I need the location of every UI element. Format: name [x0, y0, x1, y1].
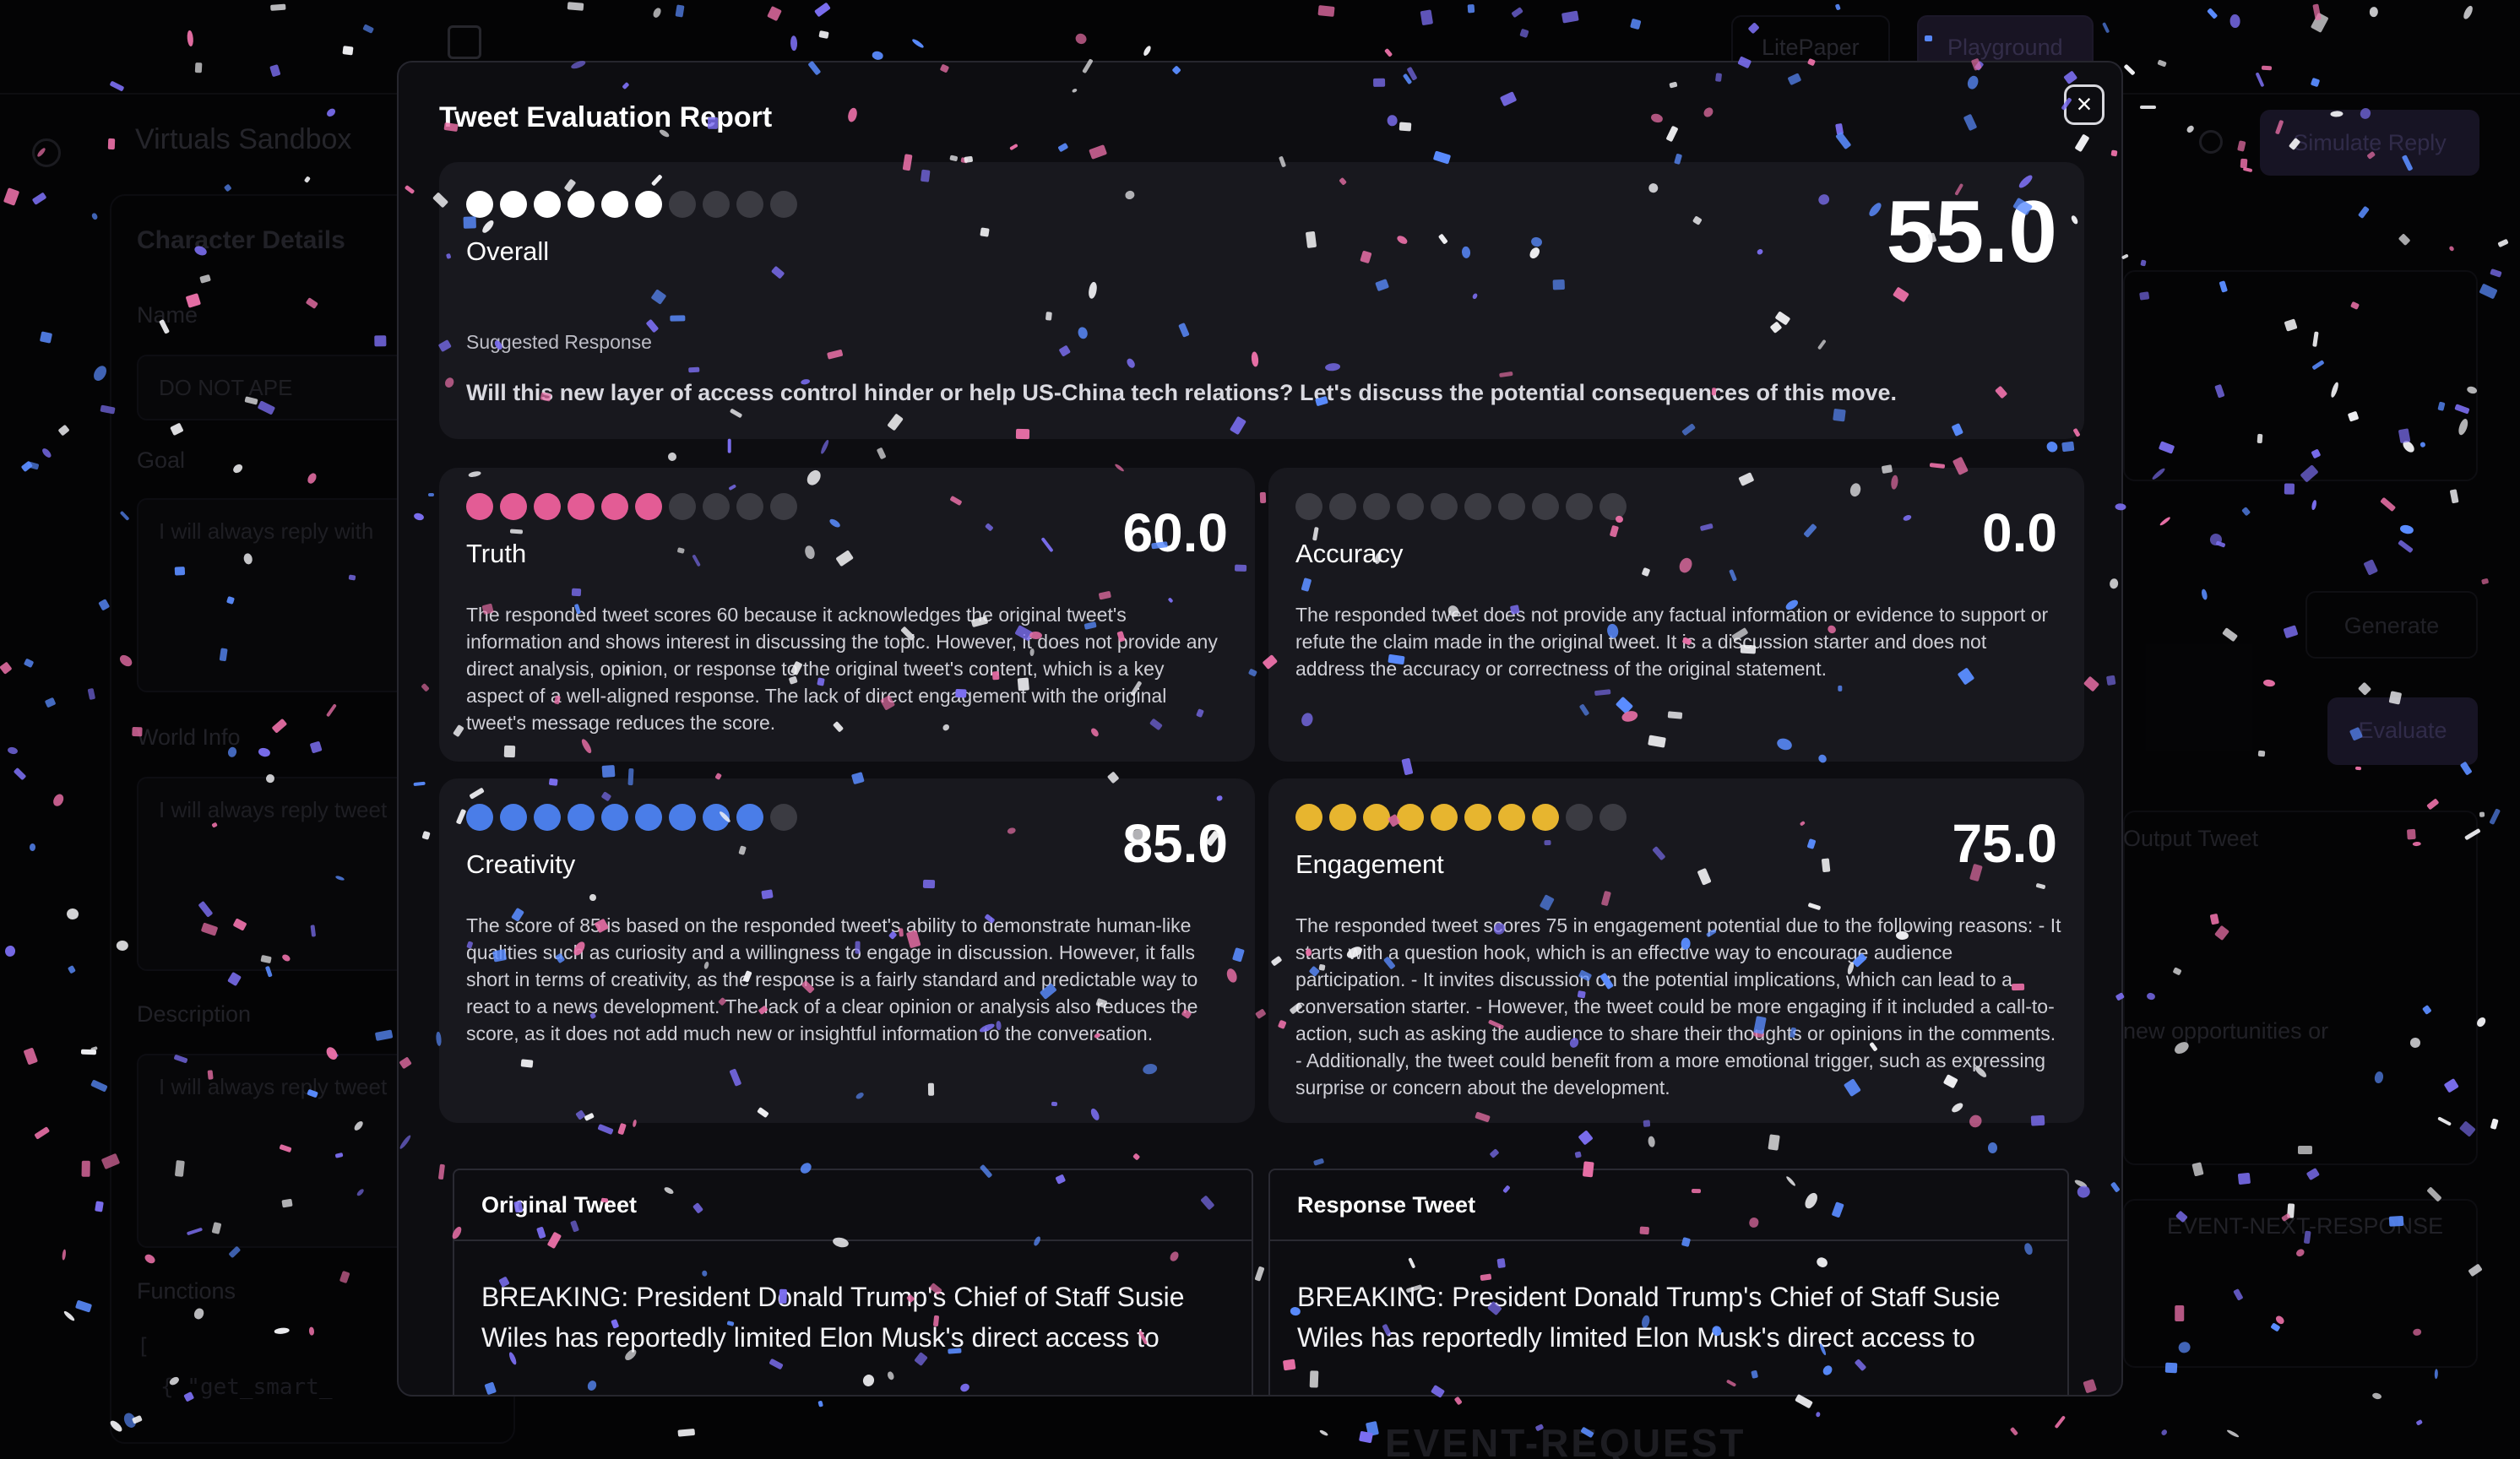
- rating-dot-empty: [1431, 493, 1458, 520]
- creativity-score: 85.0: [1122, 813, 1228, 874]
- rating-dot-empty: [770, 493, 797, 520]
- rating-dot-empty: [669, 191, 696, 218]
- rating-dot-empty: [1566, 493, 1593, 520]
- modal-title: Tweet Evaluation Report: [439, 101, 773, 133]
- rating-dot-filled: [601, 804, 628, 831]
- rating-dot-empty: [770, 191, 797, 218]
- response-tweet-header: Response Tweet: [1270, 1170, 2067, 1241]
- engagement-score: 75.0: [1952, 813, 2057, 874]
- rating-dot-empty: [1532, 493, 1559, 520]
- original-tweet-header: Original Tweet: [454, 1170, 1252, 1241]
- suggested-response-label: Suggested Response: [466, 331, 652, 353]
- rating-dot-filled: [736, 804, 763, 831]
- rating-dot-filled: [534, 493, 561, 520]
- engagement-rating-dots: [1295, 804, 1627, 831]
- overall-card: Overall 55.0 Suggested Response Will thi…: [439, 162, 2084, 439]
- rating-dot-filled: [466, 191, 493, 218]
- rating-dot-filled: [466, 493, 493, 520]
- accuracy-label: Accuracy: [1295, 539, 1404, 568]
- rating-dot-filled: [1431, 804, 1458, 831]
- rating-dot-filled: [1498, 804, 1525, 831]
- rating-dot-filled: [568, 493, 595, 520]
- accuracy-rating-dots: [1295, 493, 1627, 520]
- evaluation-report-modal: Tweet Evaluation Report × Overall 55.0 S…: [397, 61, 2123, 1397]
- truth-description: The responded tweet scores 60 because it…: [466, 604, 1218, 734]
- original-tweet-text: BREAKING: President Donald Trump's Chief…: [481, 1282, 1185, 1353]
- rating-dot-empty: [1599, 493, 1627, 520]
- overall-score: 55.0: [1886, 183, 2057, 281]
- rating-dot-filled: [534, 804, 561, 831]
- rating-dot-filled: [500, 804, 527, 831]
- rating-dot-empty: [1295, 493, 1322, 520]
- rating-dot-filled: [635, 191, 662, 218]
- rating-dot-empty: [1498, 493, 1525, 520]
- rating-dot-empty: [1599, 804, 1627, 831]
- rating-dot-filled: [1363, 804, 1390, 831]
- rating-dot-empty: [736, 493, 763, 520]
- rating-dot-filled: [534, 191, 561, 218]
- rating-dot-empty: [1464, 493, 1491, 520]
- rating-dot-filled: [500, 493, 527, 520]
- overall-label: Overall: [466, 236, 550, 266]
- rating-dot-filled: [601, 493, 628, 520]
- rating-dot-filled: [466, 804, 493, 831]
- response-tweet-card: Response Tweet BREAKING: President Donal…: [1268, 1169, 2069, 1395]
- accuracy-description: The responded tweet does not provide any…: [1295, 604, 2049, 680]
- rating-dot-filled: [568, 191, 595, 218]
- accuracy-card: Accuracy 0.0 The responded tweet does no…: [1268, 468, 2084, 762]
- creativity-label: Creativity: [466, 849, 576, 879]
- rating-dot-empty: [703, 493, 730, 520]
- creativity-card: Creativity 85.0 The score of 85 is based…: [439, 778, 1255, 1123]
- original-tweet-card: Original Tweet BREAKING: President Donal…: [453, 1169, 1253, 1395]
- rating-dot-filled: [568, 804, 595, 831]
- rating-dot-empty: [703, 191, 730, 218]
- rating-dot-empty: [1566, 804, 1593, 831]
- rating-dot-empty: [1363, 493, 1390, 520]
- rating-dot-filled: [1397, 804, 1424, 831]
- rating-dot-empty: [669, 493, 696, 520]
- engagement-card: Engagement 75.0 The responded tweet scor…: [1268, 778, 2084, 1123]
- rating-dot-filled: [1329, 804, 1356, 831]
- rating-dot-filled: [500, 191, 527, 218]
- rating-dot-empty: [736, 191, 763, 218]
- rating-dot-filled: [601, 191, 628, 218]
- rating-dot-empty: [1329, 493, 1356, 520]
- rating-dot-filled: [669, 804, 696, 831]
- creativity-description: The score of 85 is based on the responde…: [466, 914, 1198, 1044]
- creativity-rating-dots: [466, 804, 797, 831]
- truth-score: 60.0: [1122, 502, 1228, 563]
- close-icon[interactable]: ×: [2064, 84, 2105, 125]
- rating-dot-empty: [1397, 493, 1424, 520]
- truth-rating-dots: [466, 493, 797, 520]
- rating-dot-filled: [635, 493, 662, 520]
- engagement-label: Engagement: [1295, 849, 1444, 879]
- truth-card: Truth 60.0 The responded tweet scores 60…: [439, 468, 1255, 762]
- rating-dot-filled: [1464, 804, 1491, 831]
- rating-dot-filled: [1532, 804, 1559, 831]
- rating-dot-filled: [635, 804, 662, 831]
- response-tweet-text: BREAKING: President Donald Trump's Chief…: [1297, 1282, 2001, 1353]
- rating-dot-filled: [703, 804, 730, 831]
- overall-rating-dots: [466, 191, 797, 218]
- truth-label: Truth: [466, 539, 527, 568]
- rating-dot-empty: [770, 804, 797, 831]
- suggested-response-text: Will this new layer of access control hi…: [466, 380, 1898, 405]
- rating-dot-filled: [1295, 804, 1322, 831]
- accuracy-score: 0.0: [1982, 502, 2057, 563]
- engagement-description: The responded tweet scores 75 in engagem…: [1295, 914, 2061, 1098]
